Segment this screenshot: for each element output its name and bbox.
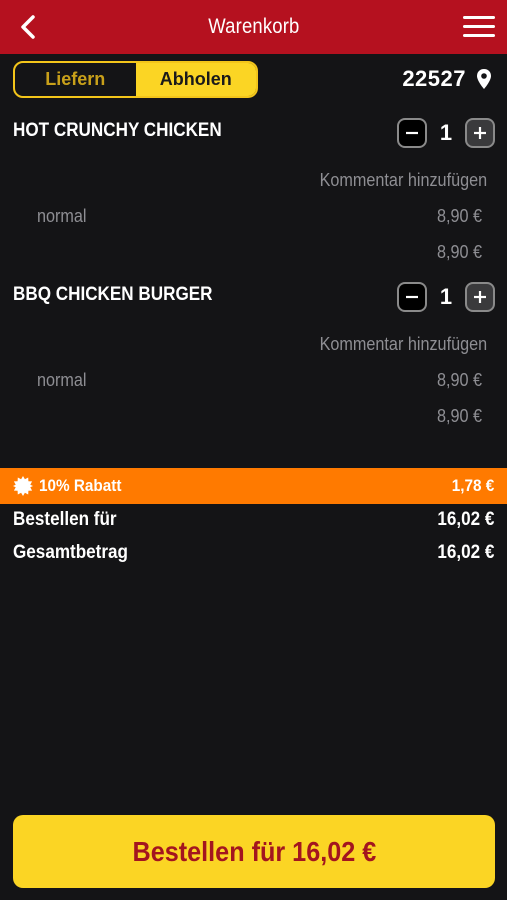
decrease-quantity-button[interactable] [397,118,427,148]
discount-bar: 10% Rabatt 1,78 € [0,468,507,504]
page-title: Warenkorb [207,15,300,38]
item-variant: normal [37,206,87,226]
location-selector[interactable]: 22527 [402,64,492,94]
total-label: Gesamtbetrag [13,542,129,563]
menu-button[interactable] [461,14,497,40]
item-variant: normal [37,370,87,390]
cart-item-name: BBQ CHICKEN BURGER [13,284,213,305]
app-header: Warenkorb [0,0,507,54]
order-for-label: Bestellen für [13,509,117,530]
badge-burst-icon [13,476,33,496]
item-total-price: 8,90 € [436,242,482,262]
increase-quantity-button[interactable] [465,282,495,312]
place-order-label: Bestellen für 16,02 € [132,835,376,867]
order-for-value: 16,02 € [436,509,494,530]
quantity-stepper: 1 [397,118,495,148]
plus-icon [474,127,486,139]
increase-quantity-button[interactable] [465,118,495,148]
variant-price: 8,90 € [436,206,482,226]
tab-liefern[interactable]: Liefern [15,63,136,96]
variant-price: 8,90 € [436,370,482,390]
minus-icon [406,131,418,135]
plus-icon [474,291,486,303]
total-value: 16,02 € [436,542,494,563]
quantity-value: 1 [439,120,453,145]
item-total-price: 8,90 € [436,406,482,426]
location-pin-icon [477,69,491,89]
discount-label: 10% Rabatt [39,476,122,495]
delivery-mode-toggle: Liefern Abholen [13,61,258,98]
discount-value: 1,78 € [451,476,494,495]
back-button[interactable] [16,13,42,41]
minus-icon [406,295,418,299]
cart-item-name: HOT CRUNCHY CHICKEN [13,120,222,141]
quantity-value: 1 [439,284,453,309]
quantity-stepper: 1 [397,282,495,312]
place-order-button[interactable]: Bestellen für 16,02 € [13,815,495,888]
zip-code: 22527 [402,66,466,91]
decrease-quantity-button[interactable] [397,282,427,312]
tab-abholen[interactable]: Abholen [135,63,256,96]
chevron-left-icon [21,15,35,39]
add-comment-link[interactable]: Kommentar hinzufügen [320,334,487,355]
hamburger-menu-icon [463,16,495,19]
add-comment-link[interactable]: Kommentar hinzufügen [320,170,487,191]
